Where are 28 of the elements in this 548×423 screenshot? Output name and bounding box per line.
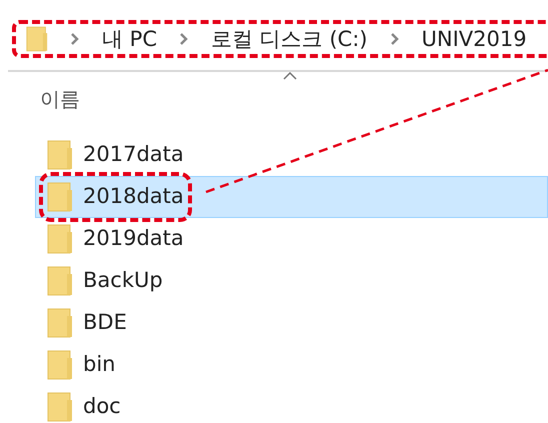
folder-icon: [47, 350, 73, 380]
folder-name: BDE: [83, 309, 127, 336]
folder-icon: [47, 224, 73, 254]
breadcrumb-item[interactable]: UNIV2019: [422, 28, 527, 50]
chevron-icon: [179, 32, 190, 46]
chevron-icon: [70, 32, 80, 46]
folder-name: bin: [83, 351, 116, 378]
folder-name: BackUp: [83, 267, 163, 294]
column-header[interactable]: 이름: [40, 87, 80, 111]
file-row[interactable]: 2019data: [35, 218, 548, 260]
folder-icon: [47, 266, 73, 296]
file-row[interactable]: doc: [35, 386, 548, 423]
folder-icon: [47, 308, 73, 338]
folder-name: 2018data: [83, 183, 184, 210]
folder-icon: [47, 140, 73, 170]
folder-name: doc: [83, 393, 121, 420]
folder-icon: [47, 182, 73, 212]
file-row[interactable]: bin: [35, 344, 548, 386]
folder-icon: [47, 392, 73, 422]
folder-name: 2019data: [83, 225, 184, 252]
chevron-icon: [390, 32, 400, 46]
breadcrumb-item[interactable]: 내 PC: [102, 28, 158, 50]
folder-icon: [26, 25, 48, 53]
file-row[interactable]: BDE: [35, 302, 548, 344]
folder-name: 2017data: [83, 141, 184, 168]
file-row[interactable]: 2017data: [35, 134, 548, 176]
breadcrumb-item[interactable]: 로컬 디스크 (C:): [211, 28, 368, 50]
file-row[interactable]: BackUp: [35, 260, 548, 302]
